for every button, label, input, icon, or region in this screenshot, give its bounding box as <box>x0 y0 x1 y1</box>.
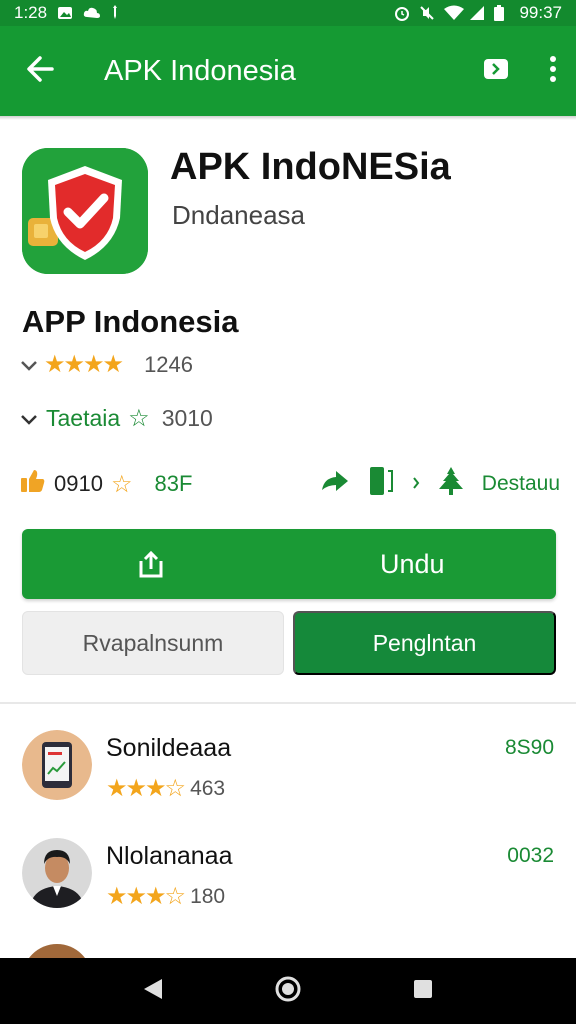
phone-screen-avatar <box>22 730 92 800</box>
app-bar-shadow <box>0 116 576 120</box>
chevron-down-icon <box>20 352 38 378</box>
stat-right-label: Destauu <box>481 472 560 495</box>
more-vert-icon[interactable] <box>548 55 558 88</box>
list-item-meta: ★★★☆ 463 <box>106 774 225 803</box>
list-item-value: 0032 <box>507 844 554 867</box>
list-item[interactable]: Nlolananaa ★★★☆ 180 0032 <box>0 838 576 938</box>
download-button-label: Undu <box>380 549 445 579</box>
device-icon[interactable] <box>368 465 394 503</box>
screen: 1:28 99:37 APK Indonesia APK IndoNESia D… <box>0 0 576 1024</box>
rating-stars: ★★★☆ <box>106 775 186 802</box>
upload-icon <box>136 549 166 582</box>
home-circle-icon[interactable] <box>274 975 302 1008</box>
list-item-meta: ★★★☆ 180 <box>106 882 225 911</box>
stat-left-value: 0910 <box>54 471 103 496</box>
list-item-partial <box>22 944 92 958</box>
share-arrow-icon[interactable] <box>320 468 350 500</box>
list-item-value: 8S90 <box>504 736 554 759</box>
battery-icon <box>494 5 510 21</box>
shield-check-icon <box>22 148 148 274</box>
app-icon <box>22 148 148 274</box>
app-bar: APK Indonesia <box>0 26 576 120</box>
category-count: 3010 <box>161 405 213 431</box>
app-bar-title: APK Indonesia <box>104 54 296 87</box>
person-avatar <box>22 838 92 908</box>
category-label: Taetaia <box>46 405 121 431</box>
status-bar: 1:28 99:37 <box>0 0 576 26</box>
star-icon: ☆ <box>110 470 133 498</box>
system-nav-bar <box>0 958 576 1024</box>
star-outline-icon: ☆ <box>128 405 150 432</box>
status-time: 1:28 <box>14 3 48 22</box>
rating-count: 1246 <box>144 351 194 377</box>
tree-icon <box>438 466 464 502</box>
app-developer[interactable]: Dndaneasa <box>172 200 305 231</box>
arrow-left-icon[interactable] <box>24 53 56 90</box>
wifi-icon <box>444 5 465 21</box>
photo-icon <box>57 5 73 21</box>
chevron-right-icon <box>412 472 420 496</box>
list-item[interactable]: Sonildeaaa ★★★☆ 463 8S90 <box>0 730 576 830</box>
mute-icon <box>419 5 435 21</box>
usb-icon <box>109 5 125 21</box>
signal-icon <box>469 5 485 21</box>
list-item-count: 180 <box>190 884 226 908</box>
list-item-name: Nlolananaa <box>106 842 233 870</box>
rating-stars: ★★★★ <box>44 351 124 378</box>
secondary-button[interactable]: Rvapalnsunm <box>22 611 284 675</box>
status-clock: 99:37 <box>519 3 562 22</box>
download-button[interactable]: Undu <box>22 529 556 599</box>
thumbs-up-icon <box>20 468 46 500</box>
list-item-name: Sonildeaaa <box>106 734 232 762</box>
section-title: APP Indonesia <box>22 304 239 339</box>
category-row[interactable]: Taetaia ☆ 3010 <box>20 404 213 433</box>
rating-row: ★★★★ 1246 <box>20 350 193 379</box>
stats-row: 0910 ☆ 83F Destauu <box>20 464 560 504</box>
app-name: APK IndoNESia <box>170 146 451 188</box>
share-icon[interactable] <box>482 55 510 88</box>
chevron-down-icon <box>20 405 38 432</box>
rating-stars: ★★★☆ <box>106 883 186 910</box>
cloud-icon <box>83 5 101 21</box>
stat-left-badge: 83F <box>154 471 193 496</box>
divider <box>0 702 576 704</box>
recents-square-icon[interactable] <box>412 978 434 1005</box>
alarm-icon <box>394 5 410 21</box>
tertiary-button[interactable]: Penglntan <box>293 611 556 675</box>
back-triangle-icon[interactable] <box>142 977 164 1006</box>
list-item-count: 463 <box>190 776 226 800</box>
